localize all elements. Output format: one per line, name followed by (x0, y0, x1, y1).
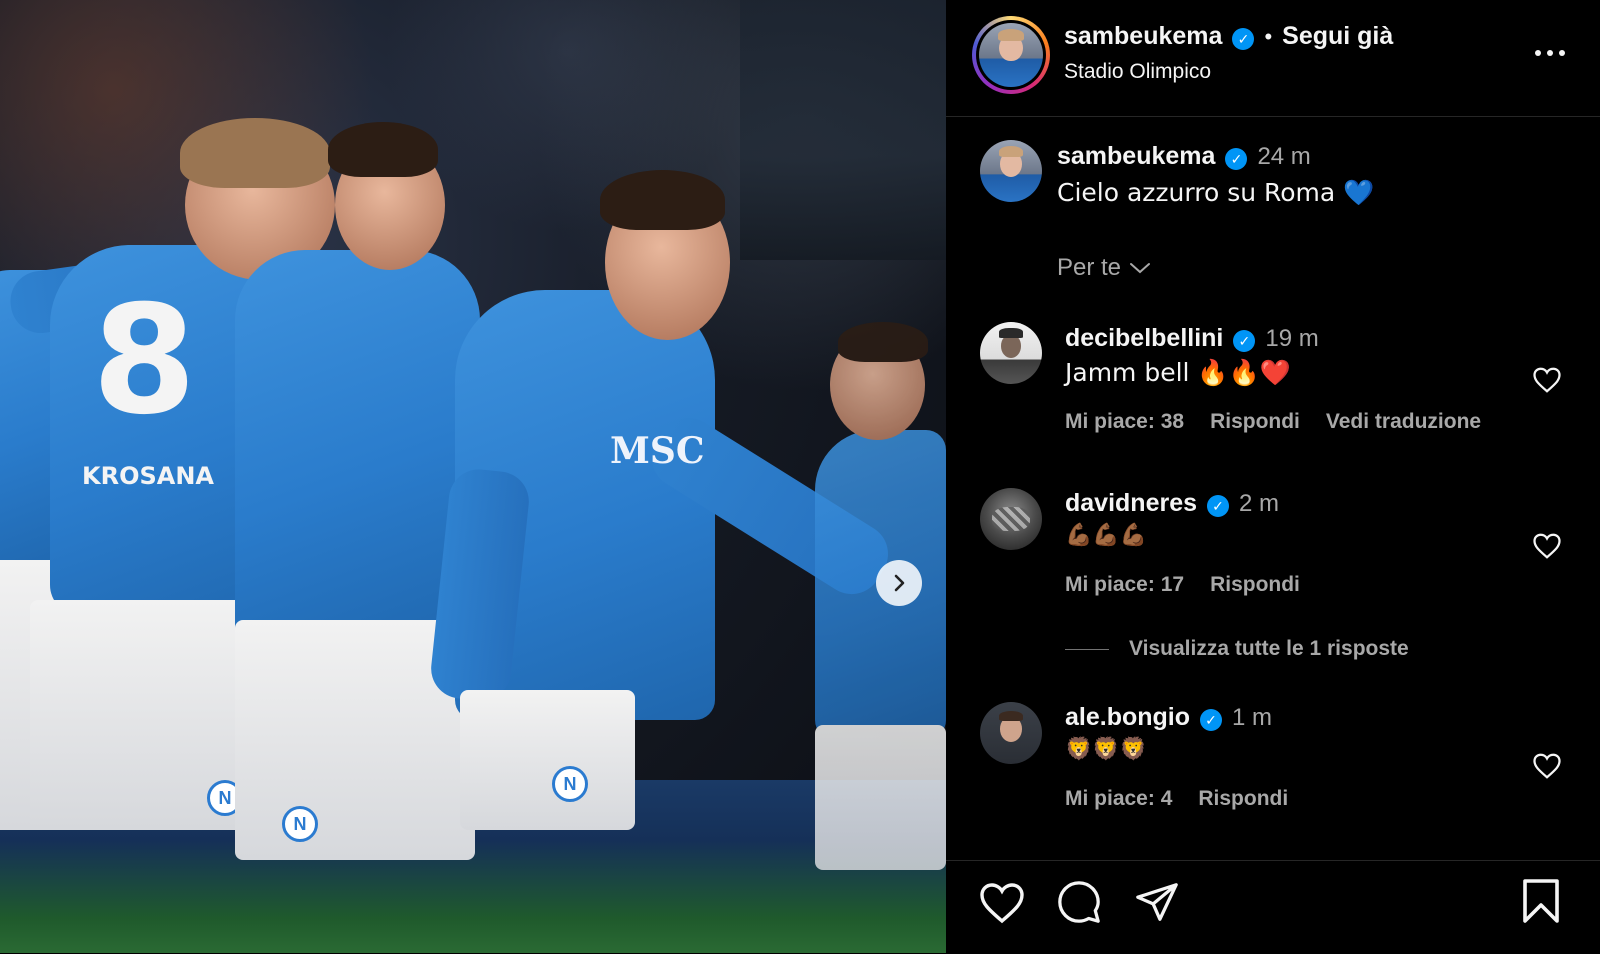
comment-username[interactable]: ale.bongio (1065, 703, 1190, 732)
comment-avatar[interactable] (980, 702, 1042, 764)
view-replies-label: Visualizza tutte le 1 risposte (1129, 637, 1409, 660)
author-row: sambeukema ✓ • Segui già (1064, 22, 1393, 51)
post-photo: 8 KROSANA N N MSC N (0, 0, 946, 953)
bookmark-icon[interactable] (1520, 877, 1562, 925)
comment-avatar[interactable] (980, 488, 1042, 550)
comment-header: decibelbellini ✓ 19 m (1065, 324, 1319, 353)
caption-header: sambeukema ✓ 24 m (1057, 142, 1311, 171)
reply-button[interactable]: Rispondi (1198, 787, 1288, 811)
dot-separator: • (1264, 24, 1273, 49)
next-photo-button[interactable] (876, 560, 922, 606)
jersey-sponsor: MSC (610, 430, 705, 472)
caption-time: 24 m (1257, 143, 1311, 170)
avatar (979, 23, 1043, 87)
comment-avatar[interactable] (980, 322, 1042, 384)
translate-button[interactable]: Vedi traduzione (1326, 410, 1481, 434)
comment-header: davidneres ✓ 2 m (1065, 489, 1279, 518)
napoli-crest-icon: N (282, 806, 318, 842)
reply-button[interactable]: Rispondi (1210, 573, 1300, 597)
post-location[interactable]: Stadio Olimpico (1064, 60, 1211, 84)
chevron-down-icon (1130, 263, 1151, 274)
follow-button[interactable]: Segui già (1282, 22, 1393, 51)
comment-icon[interactable] (1056, 879, 1102, 925)
comment-username[interactable]: decibelbellini (1065, 324, 1223, 353)
comment-actions: Mi piace: 17 Rispondi (1065, 573, 1300, 597)
heart-icon[interactable] (1532, 752, 1562, 780)
verified-badge-icon: ✓ (1200, 709, 1222, 731)
author-avatar[interactable] (972, 16, 1050, 94)
filter-label: Per te (1057, 254, 1122, 281)
more-options-button[interactable] (1532, 38, 1568, 68)
comments-filter-dropdown[interactable]: Per te (1057, 254, 1151, 282)
comment-likes[interactable]: Mi piace: 17 (1065, 573, 1184, 597)
comment-header: ale.bongio ✓ 1 m (1065, 703, 1272, 732)
verified-badge-icon: ✓ (1225, 148, 1248, 170)
napoli-crest-icon: N (552, 766, 588, 802)
more-horizontal-icon (1535, 50, 1565, 56)
verified-badge-icon: ✓ (1207, 495, 1230, 517)
comment-username[interactable]: davidneres (1065, 489, 1197, 518)
heart-icon[interactable] (1532, 532, 1562, 560)
view-replies-button[interactable]: Visualizza tutte le 1 risposte (1065, 637, 1409, 661)
chevron-right-icon (894, 574, 905, 592)
post-side-panel: sambeukema ✓ • Segui già Stadio Olimpico… (946, 0, 1600, 953)
comment-likes[interactable]: Mi piace: 4 (1065, 787, 1172, 811)
comment-likes[interactable]: Mi piace: 38 (1065, 410, 1184, 434)
caption-avatar[interactable] (980, 140, 1042, 202)
stadium-banner (740, 0, 946, 260)
caption-username[interactable]: sambeukema (1057, 142, 1215, 171)
comment-text: 💪🏾💪🏾💪🏾 (1065, 523, 1148, 548)
shirt-number: 8 (92, 274, 197, 448)
post-header: sambeukema ✓ • Segui già Stadio Olimpico (946, 0, 1600, 117)
replies-line (1065, 648, 1109, 650)
paper-plane-icon[interactable] (1134, 879, 1180, 925)
comment-text: 🦁🦁🦁 (1065, 737, 1148, 762)
author-username[interactable]: sambeukema (1064, 22, 1222, 51)
heart-icon[interactable] (1532, 366, 1562, 394)
verified-badge-icon: ✓ (1233, 330, 1256, 352)
comment-time: 19 m (1265, 325, 1319, 352)
post-action-bar (946, 860, 1600, 954)
comment-actions: Mi piace: 4 Rispondi (1065, 787, 1288, 811)
caption-text: Cielo azzurro su Roma 💙 (1057, 178, 1375, 207)
reply-button[interactable]: Rispondi (1210, 410, 1300, 434)
shirt-back-name: KROSANA (82, 462, 214, 490)
comment-actions: Mi piace: 38 Rispondi Vedi traduzione (1065, 410, 1481, 434)
verified-badge-icon: ✓ (1232, 28, 1255, 50)
comment-text: Jamm bell 🔥🔥❤️ (1065, 358, 1291, 387)
comment-time: 1 m (1232, 704, 1273, 731)
comment-time: 2 m (1239, 490, 1280, 517)
heart-icon[interactable] (978, 881, 1026, 925)
